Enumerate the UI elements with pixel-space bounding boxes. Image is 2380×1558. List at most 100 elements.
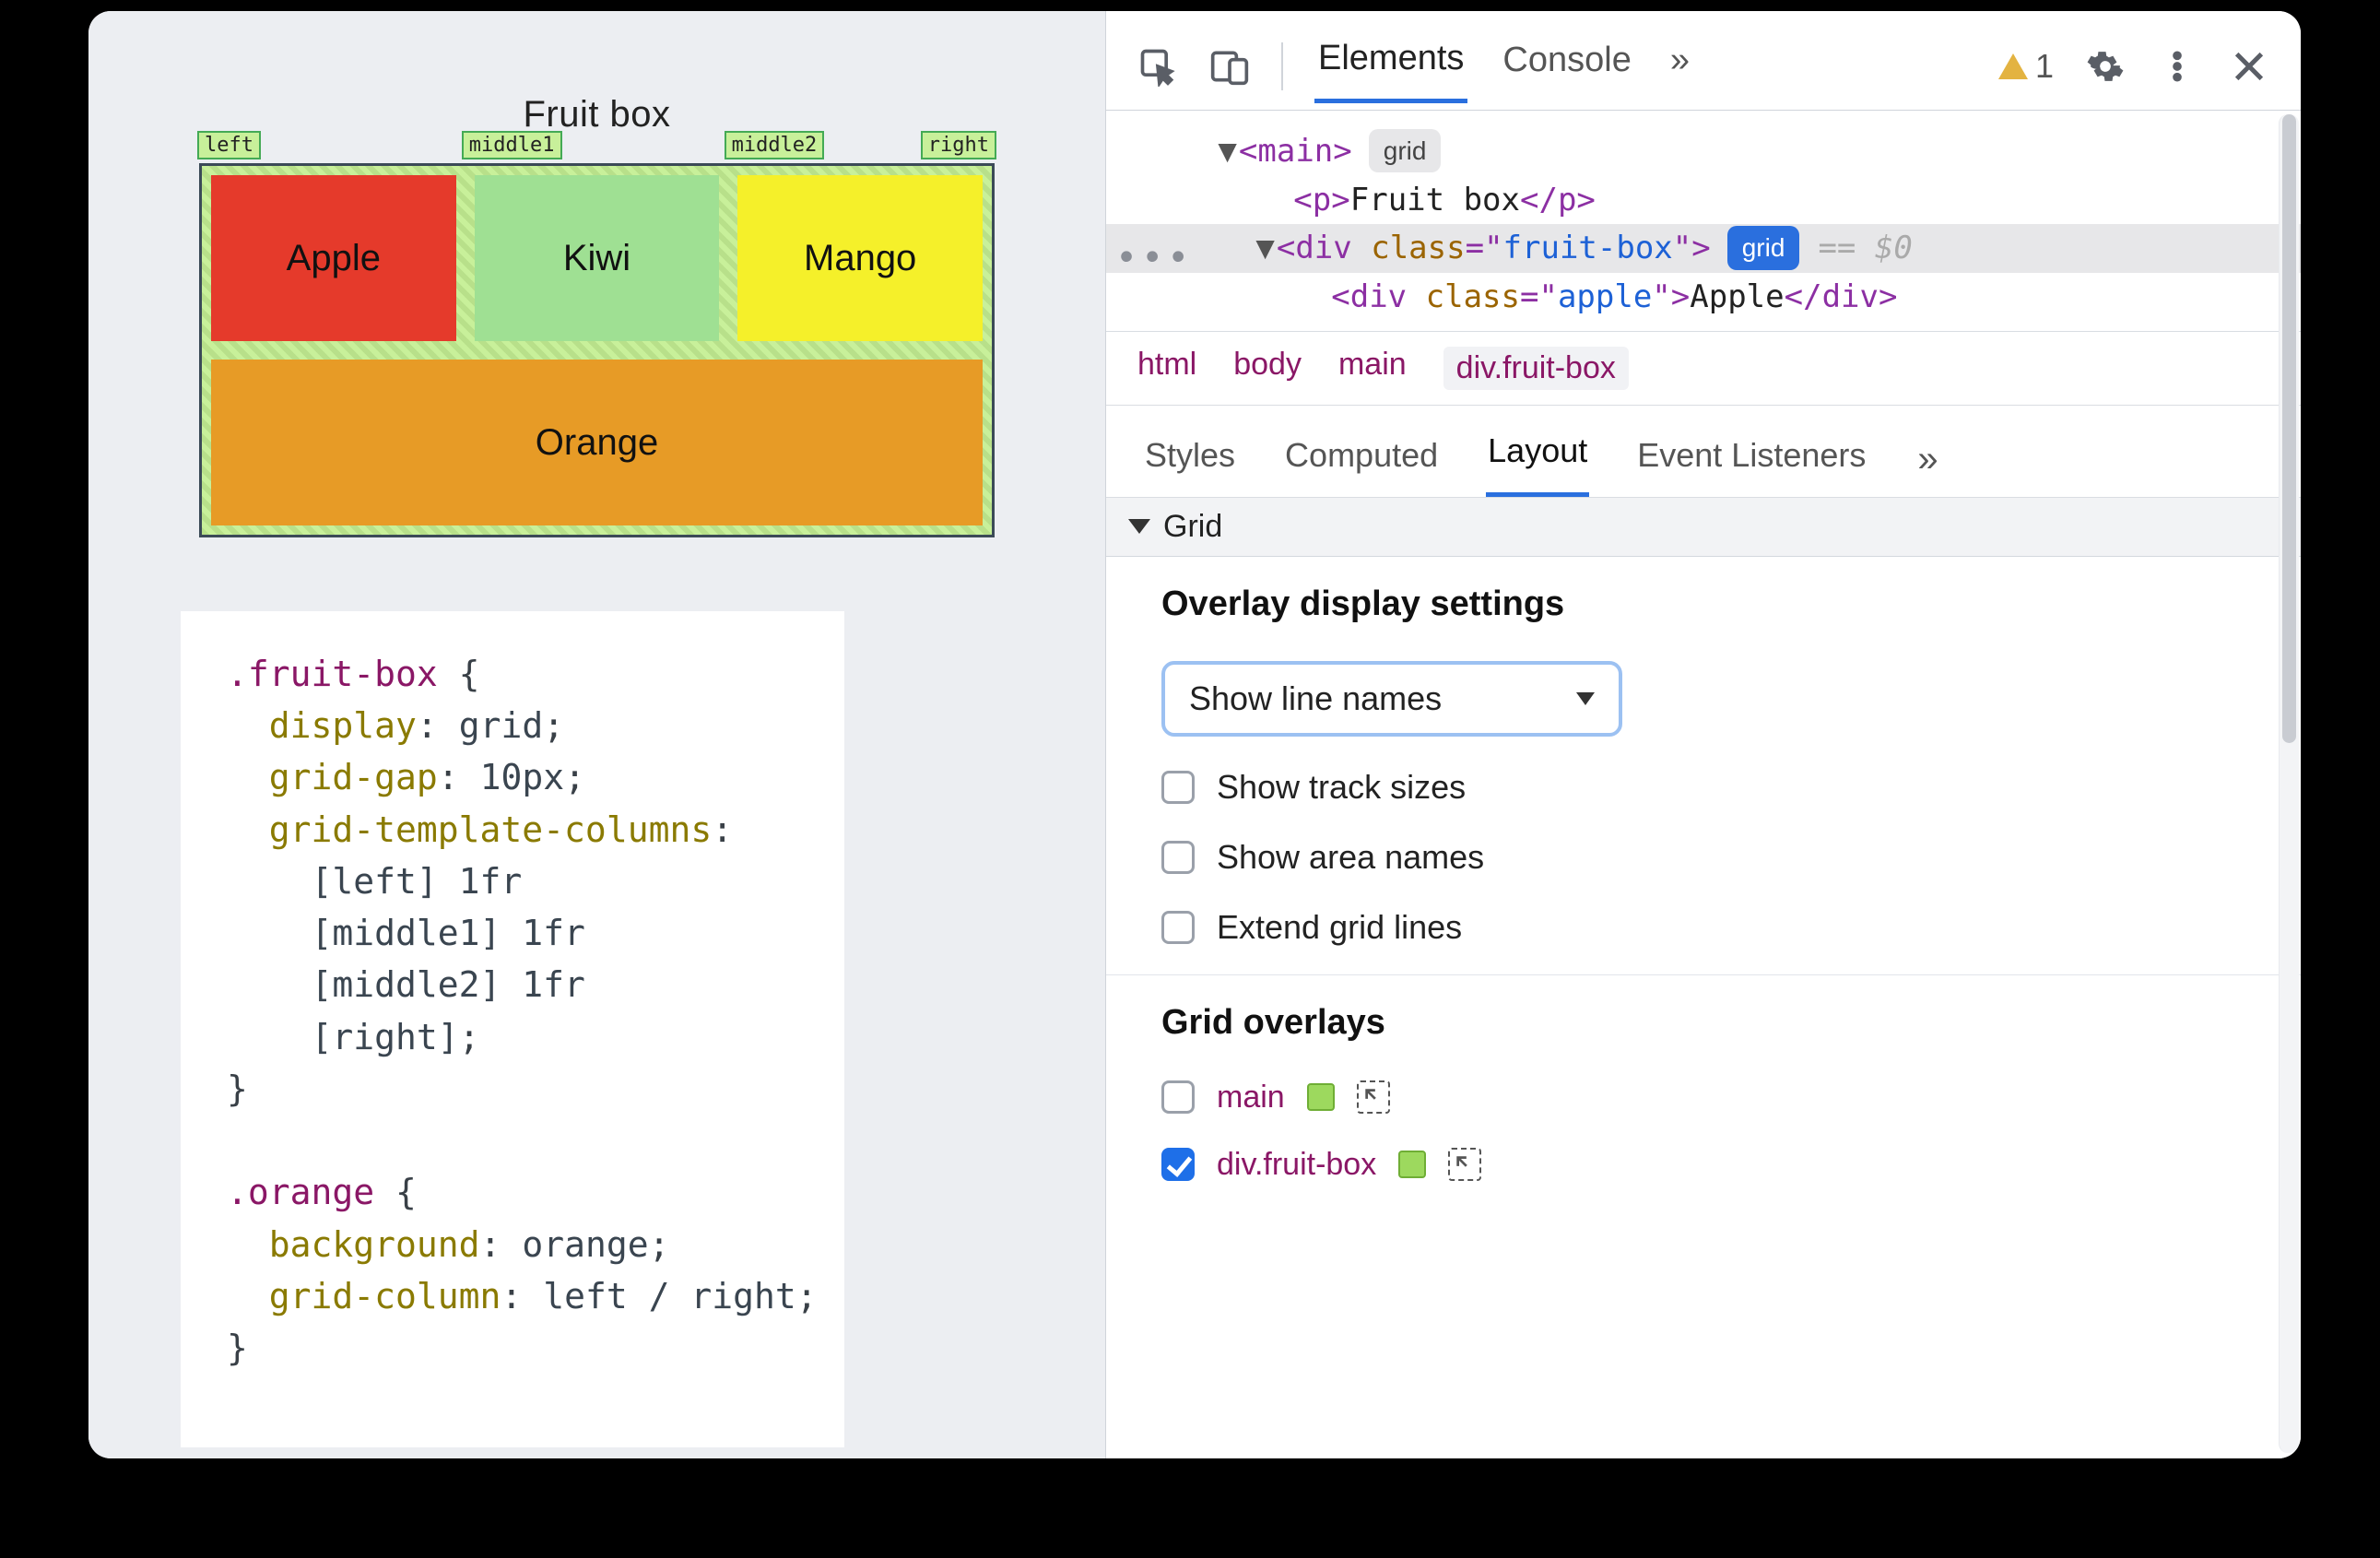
cell-mango: Mango	[737, 175, 983, 341]
code-val: orange	[522, 1224, 648, 1265]
code-prop: background	[269, 1224, 480, 1265]
grid-line-label-middle1: middle1	[462, 131, 562, 159]
crumb-body[interactable]: body	[1233, 347, 1302, 390]
overlay-row-fruit-box: div.fruit-box	[1161, 1147, 2258, 1183]
grid-overlay-wrap: left middle1 middle2 right Apple Kiwi Ma…	[199, 163, 995, 537]
device-toggle-icon[interactable]	[1209, 46, 1250, 87]
warning-badge[interactable]: 1	[1998, 47, 2054, 86]
crumb-fruit-box[interactable]: div.fruit-box	[1443, 347, 1629, 390]
overlay-settings-panel: Overlay display settings Show line names…	[1106, 557, 2301, 975]
crumb-html[interactable]: html	[1137, 347, 1196, 390]
checkbox-label: Show track sizes	[1217, 768, 1466, 807]
scrollbar-thumb[interactable]	[2282, 114, 2296, 743]
app-window: Fruit box left middle1 middle2 right App…	[88, 11, 2301, 1458]
grid-badge[interactable]: grid	[1369, 129, 1442, 172]
chevron-down-icon	[1576, 692, 1595, 705]
dom-row-fruit-box[interactable]: ••• ▼<div class="fruit-box">grid== $0	[1106, 224, 2301, 273]
grid-line-label-middle2: middle2	[725, 131, 825, 159]
warning-icon	[1998, 53, 2028, 79]
subtab-computed[interactable]: Computed	[1283, 427, 1440, 497]
dom-eq-dollar: == $0	[1818, 230, 1912, 266]
css-code-block: .fruit-box { display: grid; grid-gap: 10…	[181, 611, 844, 1447]
inspect-icon[interactable]	[1137, 46, 1178, 87]
devtools-pane: Elements Console » 1 ▼<main>grid <p>Frui…	[1106, 11, 2301, 1458]
dropdown-value: Show line names	[1189, 679, 1442, 718]
chevron-down-icon	[1128, 519, 1150, 534]
tab-elements[interactable]: Elements	[1314, 30, 1467, 103]
dom-row-apple[interactable]: <div class="apple">Apple</div>	[1161, 273, 2273, 322]
reveal-in-elements-icon[interactable]	[1448, 1148, 1481, 1181]
dom-tag: div	[1295, 230, 1351, 266]
grid-overlays-heading: Grid overlays	[1161, 1003, 2258, 1043]
dom-row-p[interactable]: <p>Fruit box</p>	[1161, 176, 2273, 225]
checkbox-area-names[interactable]: Show area names	[1161, 838, 2258, 877]
dom-tag: p	[1313, 182, 1331, 218]
overlay-name[interactable]: main	[1217, 1080, 1285, 1115]
ellipsis-icon[interactable]: •••	[1115, 230, 1193, 287]
dom-tree[interactable]: ▼<main>grid <p>Fruit box</p> ••• ▼<div c…	[1106, 111, 2301, 331]
page-preview-pane: Fruit box left middle1 middle2 right App…	[88, 11, 1106, 1458]
checkbox-label: Show area names	[1217, 838, 1484, 877]
grid-badge-active[interactable]: grid	[1727, 226, 1800, 269]
checkbox-track-sizes[interactable]: Show track sizes	[1161, 768, 2258, 807]
cell-apple: Apple	[211, 175, 456, 341]
checkbox-icon	[1161, 911, 1195, 944]
breadcrumb: html body main div.fruit-box	[1106, 331, 2301, 406]
grid-overlays-panel: Grid overlays main div.fruit-box	[1106, 975, 2301, 1210]
code-selector-1: .fruit-box	[227, 654, 438, 694]
code-val: [middle2] 1fr	[312, 964, 585, 1005]
code-selector-2: .orange	[227, 1172, 374, 1212]
code-prop: grid-gap	[269, 757, 438, 797]
overlay-checkbox-main[interactable]	[1161, 1080, 1195, 1114]
vertical-scrollbar[interactable]	[2279, 114, 2299, 1453]
code-val: left / right	[543, 1276, 796, 1316]
overlay-checkbox-fruit-box[interactable]	[1161, 1148, 1195, 1181]
code-prop: grid-column	[269, 1276, 501, 1316]
crumb-main[interactable]: main	[1338, 347, 1407, 390]
code-val: [right]	[312, 1017, 459, 1057]
grid-line-label-left: left	[197, 131, 261, 159]
color-swatch[interactable]	[1307, 1083, 1335, 1111]
tab-console[interactable]: Console	[1499, 31, 1634, 100]
dom-attr-name: class	[1426, 278, 1520, 315]
code-prop: grid-template-columns	[269, 809, 712, 850]
dom-text: Apple	[1690, 278, 1784, 315]
grid-line-label-right: right	[921, 131, 996, 159]
gear-icon[interactable]	[2085, 46, 2126, 87]
code-val: [middle1] 1fr	[312, 913, 585, 953]
overlay-settings-heading: Overlay display settings	[1161, 584, 2258, 624]
subtab-layout[interactable]: Layout	[1486, 422, 1589, 497]
preview-title: Fruit box	[144, 94, 1050, 136]
overlay-row-main: main	[1161, 1080, 2258, 1115]
close-icon[interactable]	[2229, 46, 2269, 87]
devtools-toolbar: Elements Console » 1	[1106, 11, 2301, 111]
reveal-in-elements-icon[interactable]	[1357, 1080, 1390, 1114]
line-names-dropdown[interactable]: Show line names	[1161, 661, 1622, 737]
section-grid-label: Grid	[1163, 509, 1222, 545]
color-swatch[interactable]	[1398, 1151, 1426, 1178]
warning-count: 1	[2035, 47, 2054, 86]
dom-row-main[interactable]: ▼<main>grid	[1161, 127, 2273, 176]
overlay-name[interactable]: div.fruit-box	[1217, 1147, 1376, 1183]
subtab-listeners[interactable]: Event Listeners	[1635, 427, 1867, 497]
checkbox-icon	[1161, 841, 1195, 874]
checkbox-extend-lines[interactable]: Extend grid lines	[1161, 908, 2258, 947]
dom-tag: main	[1257, 133, 1333, 170]
subtab-more[interactable]: »	[1917, 439, 1938, 480]
fruit-grid: Apple Kiwi Mango Orange	[199, 163, 995, 537]
dom-tag: p	[1558, 182, 1576, 218]
tab-more[interactable]: »	[1667, 31, 1693, 100]
code-prop: display	[269, 705, 417, 746]
section-grid-header[interactable]: Grid	[1106, 498, 2301, 557]
subtab-styles[interactable]: Styles	[1143, 427, 1237, 497]
dom-tag: div	[1822, 278, 1879, 315]
dom-attr-val: apple	[1558, 278, 1652, 315]
code-val: [left] 1fr	[312, 861, 523, 902]
code-val: 10px	[480, 757, 565, 797]
kebab-menu-icon[interactable]	[2157, 46, 2197, 87]
dom-tag: div	[1350, 278, 1407, 315]
cell-orange: Orange	[211, 360, 983, 525]
code-val: grid	[459, 705, 544, 746]
cell-kiwi: Kiwi	[475, 175, 720, 341]
checkbox-icon	[1161, 771, 1195, 804]
